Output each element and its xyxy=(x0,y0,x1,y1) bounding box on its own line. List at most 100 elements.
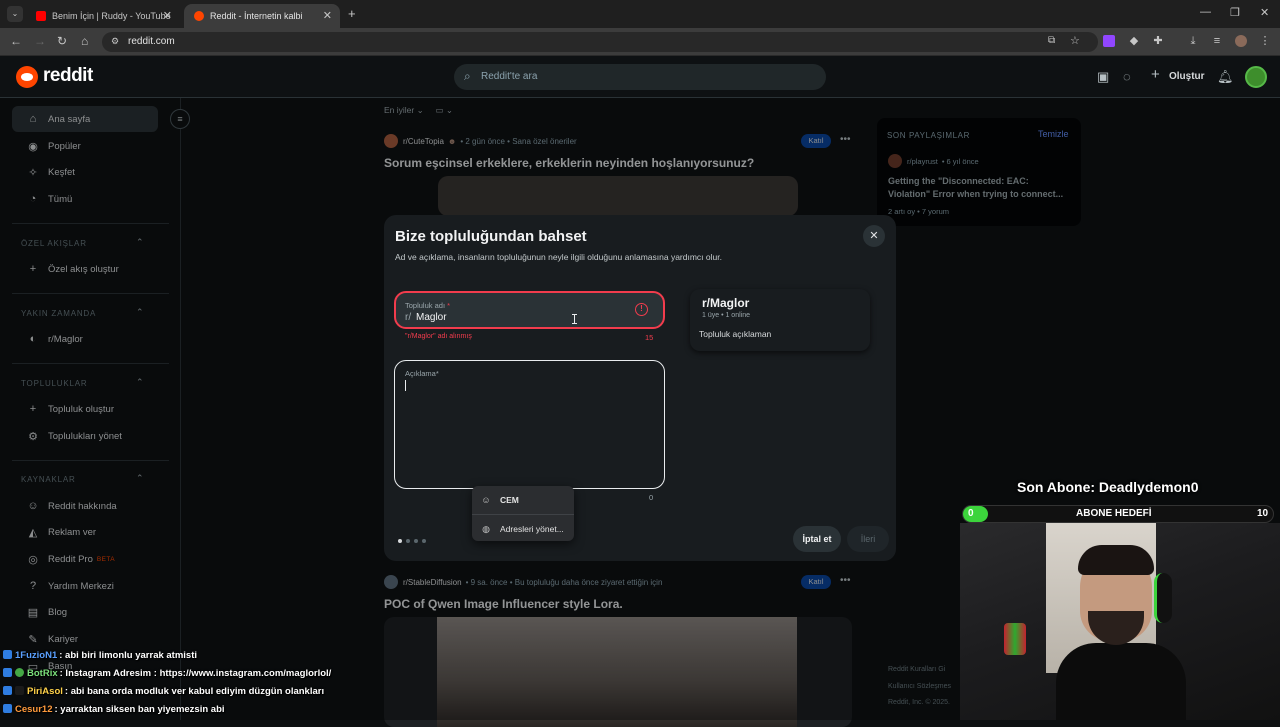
menu-kebab-icon[interactable]: ⋮ xyxy=(1259,35,1271,47)
user-avatar[interactable] xyxy=(1245,66,1267,88)
back-icon[interactable]: ← xyxy=(10,34,22,48)
autofill-item-cem[interactable]: ☺ CEM xyxy=(472,489,574,511)
text-caret xyxy=(405,380,406,391)
bookmark-star-icon[interactable]: ☆ xyxy=(1070,34,1080,47)
download-icon[interactable]: ⤓ xyxy=(1187,35,1199,47)
person-icon: ☺ xyxy=(481,495,491,505)
goal-label: ABONE HEDEFİ xyxy=(1076,508,1152,519)
extensions-puzzle-icon[interactable]: ✚ xyxy=(1152,35,1164,47)
step-dot xyxy=(422,539,426,543)
address-bar[interactable]: ⚙ reddit.com ⧉ ☆ xyxy=(102,32,1098,52)
tab-list-icon[interactable]: ⌄ xyxy=(7,6,23,22)
description-textarea[interactable]: Açıklama* xyxy=(394,360,665,489)
chat-badge-icon xyxy=(3,704,12,713)
step-dot xyxy=(406,539,410,543)
extension-twitch-icon[interactable] xyxy=(1103,35,1115,47)
search-icon: ⌕ xyxy=(464,69,471,83)
webcam-feed xyxy=(960,523,1280,720)
close-window-icon[interactable]: ✕ xyxy=(1260,6,1269,19)
site-info-icon[interactable]: ⚙ xyxy=(111,36,119,47)
search-placeholder: Reddit'te ara xyxy=(481,71,538,82)
tab-reddit[interactable]: Reddit - İnternetin kalbi ✕ xyxy=(184,4,340,28)
extension-icon[interactable]: ◆ xyxy=(1128,35,1140,47)
name-char-count: 15 xyxy=(645,333,654,342)
required-marker: * xyxy=(435,369,439,378)
browser-toolbar: ← → ↻ ⌂ ⚙ reddit.com ⧉ ☆ ◆ ✚ ⤓ ≡ ⋮ xyxy=(0,28,1280,56)
chat-text: : abi bana orda modluk ver kabul ediyim … xyxy=(64,686,325,697)
preview-community-name: r/Maglor xyxy=(702,296,750,310)
goal-progress-fill xyxy=(963,506,988,522)
plus-icon[interactable]: + xyxy=(1151,67,1160,82)
chat-badge-icon xyxy=(3,650,12,659)
description-char-count: 0 xyxy=(649,493,654,502)
error-icon: ! xyxy=(635,303,648,316)
chat-text: : yarraktan siksen ban yiyemezsin abi xyxy=(54,704,225,715)
cancel-button[interactable]: İptal et xyxy=(793,526,841,552)
rgb-lamp xyxy=(1004,623,1026,655)
community-name-input[interactable]: Topluluk adı * r/ Maglor ! xyxy=(394,291,665,329)
create-button[interactable]: Oluştur xyxy=(1169,71,1205,82)
autofill-manage-addresses[interactable]: ◍ Adresleri yönet... xyxy=(472,518,574,540)
browser-tab-bar: ⌄ Benim İçin | Ruddy - YouTube ✕ Reddit … xyxy=(0,0,1280,28)
ads-icon[interactable]: ▣ xyxy=(1097,70,1109,83)
last-subscriber-label: Son Abone: Deadlydemon0 xyxy=(1017,479,1199,495)
chat-badge-icon xyxy=(3,686,12,695)
goal-current: 0 xyxy=(968,508,974,519)
required-marker: * xyxy=(447,301,451,310)
chat-message: 1FuzioN1: abi biri limonlu yarrak atmist… xyxy=(3,650,197,664)
autofill-dropdown: ☺ CEM ◍ Adresleri yönet... xyxy=(472,486,574,541)
headset xyxy=(1154,573,1172,623)
tab-title: Benim İçin | Ruddy - YouTube xyxy=(52,11,171,21)
chat-message: Cesur12: yarraktan siksen ban yiyemezsin… xyxy=(3,704,225,718)
divider xyxy=(472,514,574,515)
notifications-bell-icon[interactable]: 🔔︎ xyxy=(1217,70,1234,83)
chat-nick: PiriAsol xyxy=(27,686,63,697)
new-tab-icon[interactable]: + xyxy=(348,6,356,21)
minimize-icon[interactable]: — xyxy=(1200,6,1211,18)
forward-icon[interactable]: → xyxy=(34,34,46,48)
restore-icon[interactable]: ❐ xyxy=(1230,6,1240,19)
streamer-shirt xyxy=(1056,643,1186,720)
profile-icon[interactable] xyxy=(1235,35,1247,47)
name-prefix: r/ xyxy=(405,312,412,323)
community-name-label: Topluluk adı * xyxy=(405,301,450,310)
next-button[interactable]: İleri xyxy=(847,526,889,552)
step-dot xyxy=(414,539,418,543)
url-text: reddit.com xyxy=(128,36,175,47)
preview-description: Topluluk açıklaman xyxy=(699,329,772,339)
close-tab-icon[interactable]: ✕ xyxy=(323,9,332,22)
autofill-label: Adresleri yönet... xyxy=(500,524,564,534)
reload-icon[interactable]: ↻ xyxy=(57,34,67,48)
label-text: Açıklama xyxy=(405,369,436,378)
reddit-wordmark[interactable]: reddit xyxy=(43,65,93,87)
youtube-icon xyxy=(36,11,46,21)
goal-target: 10 xyxy=(1257,508,1269,519)
community-preview-card: r/Maglor 1 üye • 1 online Topluluk açıkl… xyxy=(690,289,870,351)
preview-stats: 1 üye • 1 online xyxy=(702,312,750,319)
search-input[interactable]: ⌕ Reddit'te ara xyxy=(454,64,826,90)
reddit-header: reddit ⌕ Reddit'te ara ▣ ◌ + Oluştur 🔔︎ xyxy=(0,56,1280,98)
close-tab-icon[interactable]: ✕ xyxy=(163,9,172,22)
reddit-logo-icon[interactable] xyxy=(16,66,38,88)
close-modal-button[interactable]: ✕ xyxy=(863,225,885,247)
mod-badge-icon xyxy=(15,686,24,695)
step-dot xyxy=(398,539,402,543)
install-app-icon[interactable]: ⧉ xyxy=(1048,35,1055,46)
media-control-icon[interactable]: ≡ xyxy=(1211,35,1223,47)
chrome-icon: ◍ xyxy=(482,523,490,534)
reddit-icon xyxy=(194,11,204,21)
modal-subtitle: Ad ve açıklama, insanların topluluğunun … xyxy=(395,252,722,262)
name-error-message: "r/Maglor" adı alınmış xyxy=(405,333,472,340)
text-cursor xyxy=(572,314,577,324)
autofill-label: CEM xyxy=(500,495,519,505)
name-value[interactable]: Maglor xyxy=(416,312,447,323)
close-icon: ✕ xyxy=(869,230,879,242)
home-icon[interactable]: ⌂ xyxy=(81,34,88,48)
chat-badge-icon xyxy=(3,668,12,677)
streamer-hair xyxy=(1078,545,1154,575)
chat-nick: Cesur12 xyxy=(15,704,53,715)
chat-text: : abi biri limonlu yarrak atmisti xyxy=(59,650,198,661)
step-indicator xyxy=(398,539,426,543)
chat-icon[interactable]: ◌ xyxy=(1123,70,1131,83)
tab-youtube[interactable]: Benim İçin | Ruddy - YouTube ✕ xyxy=(26,4,180,28)
